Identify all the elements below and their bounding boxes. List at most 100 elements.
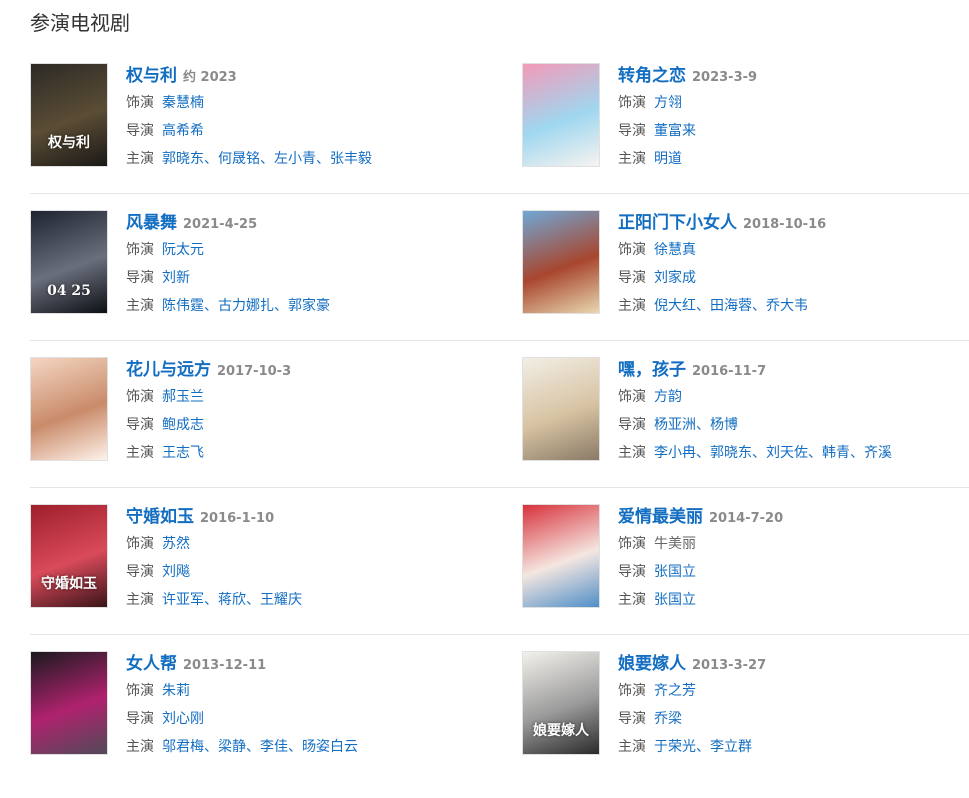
page: 参演电视剧 权与利 权与利约 2023 饰演 秦慧楠 导演 高希希 主演 郭晓东、何晟铭、左小… xyxy=(0,0,969,777)
role-line: 饰演 徐慧真 xyxy=(618,236,969,264)
director-link[interactable]: 杨亚洲、杨博 xyxy=(654,417,738,433)
poster-caption: 权与利 xyxy=(48,135,90,151)
role-value[interactable]: 朱莉 xyxy=(162,683,190,699)
works-row: 守婚如玉 守婚如玉 2016-1-10 饰演 苏然 导演 刘飚 主演 许亚军、蒋欣、王耀庆 爱情最… xyxy=(30,487,969,651)
cast-line: 主演 张国立 xyxy=(618,586,969,614)
cast-label: 主演 xyxy=(618,151,646,167)
cast-label: 主演 xyxy=(126,445,154,461)
director-link[interactable]: 董富来 xyxy=(654,123,696,139)
director-link[interactable]: 刘新 xyxy=(162,270,190,286)
work-date: 2013-3-27 xyxy=(692,658,767,673)
work-title-link[interactable]: 守婚如玉 xyxy=(126,507,194,527)
director-link[interactable]: 乔梁 xyxy=(654,711,682,727)
work-title-link[interactable]: 嘿，孩子 xyxy=(618,360,686,380)
work-info: 嘿，孩子 2016-11-7 饰演 方韵 导演 杨亚洲、杨博 主演 李小冉、郭晓东、刘天佐、韩… xyxy=(618,357,969,467)
director-link[interactable]: 刘心刚 xyxy=(162,711,204,727)
work-title-link[interactable]: 风暴舞 xyxy=(126,213,177,233)
director-label: 导演 xyxy=(618,123,646,139)
director-label: 导演 xyxy=(126,270,154,286)
work-date: 2021-4-25 xyxy=(183,217,258,232)
cast-links[interactable]: 张国立 xyxy=(654,592,696,608)
poster-caption: 娘要嫁人 xyxy=(533,723,589,739)
cast-line: 主演 王志飞 xyxy=(126,439,490,467)
director-link[interactable]: 刘家成 xyxy=(654,270,696,286)
role-value[interactable]: 徐慧真 xyxy=(654,242,696,258)
poster-image[interactable] xyxy=(522,504,600,608)
director-label: 导演 xyxy=(126,564,154,580)
poster-image[interactable] xyxy=(30,651,108,755)
director-label: 导演 xyxy=(618,417,646,433)
work-title-link[interactable]: 娘要嫁人 xyxy=(618,654,686,674)
cast-links[interactable]: 李小冉、郭晓东、刘天佐、韩青、齐溪 xyxy=(654,445,892,461)
role-line: 饰演 郝玉兰 xyxy=(126,383,490,411)
work-title-link[interactable]: 转角之恋 xyxy=(618,66,686,86)
poster-image[interactable]: 娘要嫁人 xyxy=(522,651,600,755)
role-value[interactable]: 方韵 xyxy=(654,389,682,405)
poster-image[interactable]: 04 25 xyxy=(30,210,108,314)
cast-links[interactable]: 邬君梅、梁静、李佳、旸姿白云 xyxy=(162,739,358,755)
poster-image[interactable]: 守婚如玉 xyxy=(30,504,108,608)
work-title-link[interactable]: 正阳门下小女人 xyxy=(618,213,737,233)
director-link[interactable]: 张国立 xyxy=(654,564,696,580)
cast-links[interactable]: 于荣光、李立群 xyxy=(654,739,752,755)
cast-links[interactable]: 倪大红、田海蓉、乔大韦 xyxy=(654,298,808,314)
cast-line: 主演 倪大红、田海蓉、乔大韦 xyxy=(618,292,969,320)
role-value[interactable]: 苏然 xyxy=(162,536,190,552)
director-line: 导演 刘飚 xyxy=(126,558,490,586)
cast-links[interactable]: 王志飞 xyxy=(162,445,204,461)
poster-image[interactable] xyxy=(522,357,600,461)
work-title-link[interactable]: 爱情最美丽 xyxy=(618,507,703,527)
tv-works-grid: 权与利 权与利约 2023 饰演 秦慧楠 导演 高希希 主演 郭晓东、何晟铭、左小青、张丰毅转… xyxy=(30,63,969,798)
work-item: 嘿，孩子 2016-11-7 饰演 方韵 导演 杨亚洲、杨博 主演 李小冉、郭晓东、刘天佐、韩… xyxy=(522,357,969,467)
director-line: 导演 杨亚洲、杨博 xyxy=(618,411,969,439)
cast-links[interactable]: 许亚军、蒋欣、王耀庆 xyxy=(162,592,302,608)
poster-image[interactable]: 权与利 xyxy=(30,63,108,167)
poster-image[interactable] xyxy=(30,357,108,461)
title-line: 嘿，孩子 2016-11-7 xyxy=(618,357,969,383)
director-label: 导演 xyxy=(618,711,646,727)
cast-line: 主演 于荣光、李立群 xyxy=(618,733,969,761)
role-value[interactable]: 秦慧楠 xyxy=(162,95,204,111)
poster-image[interactable] xyxy=(522,63,600,167)
cast-line: 主演 邬君梅、梁静、李佳、旸姿白云 xyxy=(126,733,490,761)
director-label: 导演 xyxy=(126,123,154,139)
section-title: 参演电视剧 xyxy=(30,11,130,35)
cast-links[interactable]: 明道 xyxy=(654,151,682,167)
cast-line: 主演 郭晓东、何晟铭、左小青、张丰毅 xyxy=(126,145,490,173)
role-value[interactable]: 阮太元 xyxy=(162,242,204,258)
director-link[interactable]: 鲍成志 xyxy=(162,417,204,433)
work-title-link[interactable]: 女人帮 xyxy=(126,654,177,674)
role-label: 饰演 xyxy=(126,683,154,699)
work-item: 正阳门下小女人 2018-10-16 饰演 徐慧真 导演 刘家成 主演 倪大红、田海蓉、乔大韦 xyxy=(522,210,969,320)
role-value[interactable]: 郝玉兰 xyxy=(162,389,204,405)
title-line: 正阳门下小女人 2018-10-16 xyxy=(618,210,969,236)
work-item: 爱情最美丽 2014-7-20 饰演 牛美丽 导演 张国立 主演 张国立 xyxy=(522,504,969,614)
role-line: 饰演 阮太元 xyxy=(126,236,490,264)
director-link[interactable]: 刘飚 xyxy=(162,564,190,580)
cast-label: 主演 xyxy=(126,298,154,314)
work-item: 娘要嫁人 娘要嫁人 2013-3-27 饰演 齐之芳 导演 乔梁 主演 于荣光、李立群 xyxy=(522,651,969,761)
poster-caption: 04 25 xyxy=(47,283,91,299)
role-value[interactable]: 齐之芳 xyxy=(654,683,696,699)
role-line: 饰演 朱莉 xyxy=(126,677,490,705)
work-item: 权与利 权与利约 2023 饰演 秦慧楠 导演 高希希 主演 郭晓东、何晟铭、左小青、张丰毅 xyxy=(30,63,490,173)
role-line: 饰演 苏然 xyxy=(126,530,490,558)
director-label: 导演 xyxy=(126,711,154,727)
cast-links[interactable]: 郭晓东、何晟铭、左小青、张丰毅 xyxy=(162,151,372,167)
cast-line: 主演 李小冉、郭晓东、刘天佐、韩青、齐溪 xyxy=(618,439,969,467)
work-title-link[interactable]: 权与利 xyxy=(126,66,177,86)
work-title-link[interactable]: 花儿与远方 xyxy=(126,360,211,380)
title-line: 女人帮 2013-12-11 xyxy=(126,651,490,677)
role-value: 牛美丽 xyxy=(654,536,696,552)
work-info: 风暴舞 2021-4-25 饰演 阮太元导演 刘新 主演 陈伟霆、古力娜扎、郭家豪 xyxy=(126,210,490,320)
title-line: 守婚如玉 2016-1-10 xyxy=(126,504,490,530)
role-label: 饰演 xyxy=(618,242,646,258)
role-line: 饰演 秦慧楠 xyxy=(126,89,490,117)
poster-image[interactable] xyxy=(522,210,600,314)
cast-label: 主演 xyxy=(618,739,646,755)
director-line: 导演 刘心刚 xyxy=(126,705,490,733)
role-value[interactable]: 方翎 xyxy=(654,95,682,111)
cast-label: 主演 xyxy=(618,592,646,608)
cast-links[interactable]: 陈伟霆、古力娜扎、郭家豪 xyxy=(162,298,330,314)
director-link[interactable]: 高希希 xyxy=(162,123,204,139)
